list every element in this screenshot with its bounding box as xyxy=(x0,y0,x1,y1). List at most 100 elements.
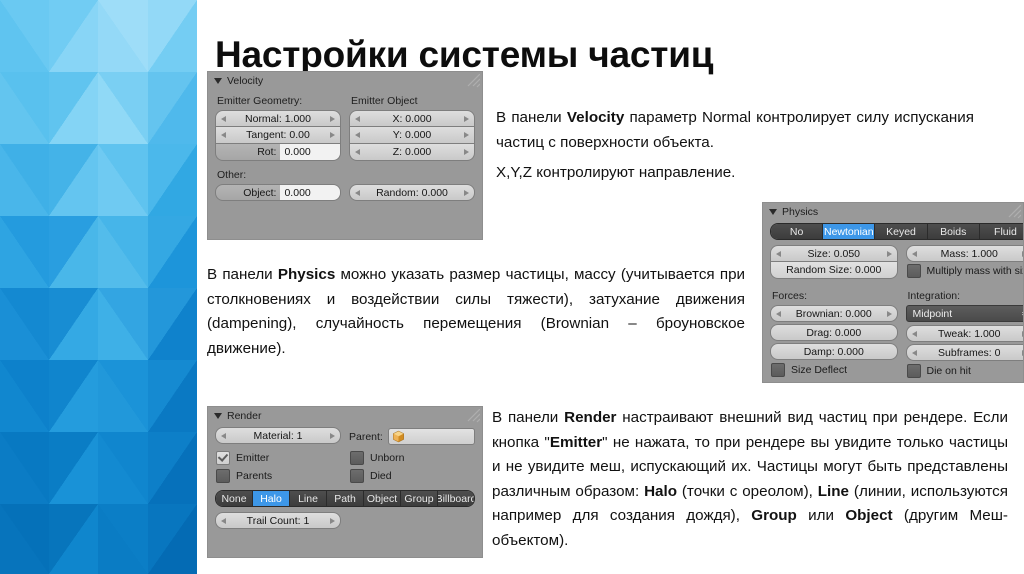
checkbox-box-icon[interactable] xyxy=(771,363,785,377)
collapse-triangle-icon[interactable] xyxy=(214,413,222,419)
increment-arrow-icon[interactable] xyxy=(886,250,892,257)
physics-panel-header[interactable]: Physics xyxy=(763,203,1023,221)
decrement-arrow-icon[interactable] xyxy=(355,189,360,196)
damp-slider[interactable]: Damp: 0.000 xyxy=(770,343,898,360)
increment-arrow-icon[interactable] xyxy=(330,517,335,524)
velocity-x-slider[interactable]: X: 0.000 xyxy=(349,110,475,127)
random-velocity-slider[interactable]: Random: 0.000 xyxy=(349,184,475,201)
size-deflect-checkbox[interactable]: Size Deflect xyxy=(771,363,898,377)
trail-count-slider[interactable]: Trail Count: 1 xyxy=(215,512,341,529)
checkbox-box-icon[interactable] xyxy=(216,451,230,465)
render-panel[interactable]: Render Material: 1 Parent: Emitter Paren… xyxy=(207,406,483,558)
parent-object-field[interactable] xyxy=(387,428,475,445)
decrement-arrow-icon[interactable] xyxy=(911,349,917,356)
physics-type-tabs[interactable]: No Newtonian Keyed Boids Fluid xyxy=(770,223,1023,240)
brownian-value: Brownian: 0.000 xyxy=(795,307,872,320)
die-on-hit-checkbox[interactable]: Die on hit xyxy=(906,364,1024,378)
velocity-panel[interactable]: Velocity Emitter Geometry: Normal: 1.000… xyxy=(207,71,483,240)
collapse-triangle-icon[interactable] xyxy=(769,209,777,215)
render-mode-none[interactable]: None xyxy=(216,491,253,506)
velocity-desc-part-1: В панели xyxy=(496,109,567,126)
physics-description-text: В панели Physics можно указать размер ча… xyxy=(207,263,745,361)
increment-arrow-icon[interactable] xyxy=(464,149,469,155)
render-mode-tabs[interactable]: None Halo Line Path Object Group Billboa… xyxy=(215,490,475,507)
checkbox-box-icon[interactable] xyxy=(350,469,364,483)
decrement-arrow-icon[interactable] xyxy=(221,115,226,122)
velocity-description-text: В панели Velocity параметр Normal контро… xyxy=(496,106,974,186)
physics-desc-bold: Physics xyxy=(277,266,336,283)
velocity-z-slider[interactable]: Z: 0.000 xyxy=(349,144,475,161)
increment-arrow-icon[interactable] xyxy=(886,310,892,317)
collapse-triangle-icon[interactable] xyxy=(214,78,222,84)
tangent-slider[interactable]: Tangent: 0.00 xyxy=(215,127,341,144)
rot-field-value[interactable]: 0.000 xyxy=(280,144,340,160)
decrement-arrow-icon[interactable] xyxy=(776,250,781,257)
multiply-mass-checkbox[interactable]: Multiply mass with siz xyxy=(906,264,1023,278)
decrement-arrow-icon[interactable] xyxy=(221,432,226,439)
other-label: Other: xyxy=(217,169,247,181)
physics-tab-keyed[interactable]: Keyed xyxy=(875,224,928,239)
subframes-slider[interactable]: Subframes: 0 xyxy=(905,344,1023,361)
render-mode-path[interactable]: Path xyxy=(327,491,364,506)
object-velocity-label: Object: xyxy=(243,186,277,199)
checkbox-box-icon[interactable] xyxy=(350,451,364,465)
velocity-panel-header[interactable]: Velocity xyxy=(208,72,482,90)
object-velocity-value[interactable]: 0.000 xyxy=(280,185,340,200)
render-mode-line[interactable]: Line xyxy=(290,491,327,506)
decrement-arrow-icon[interactable] xyxy=(355,149,360,155)
decrement-arrow-icon[interactable] xyxy=(221,517,226,524)
emitter-checkbox[interactable]: Emitter xyxy=(216,451,341,465)
rot-field[interactable]: Rot: 0.000 xyxy=(215,144,341,161)
particle-size-slider[interactable]: Size: 0.050 xyxy=(770,245,898,262)
integration-label: Integration: xyxy=(907,290,961,302)
object-cube-icon xyxy=(392,430,404,443)
physics-tab-fluid[interactable]: Fluid xyxy=(979,224,1023,239)
physics-tab-no[interactable]: No xyxy=(771,224,824,239)
brownian-slider[interactable]: Brownian: 0.000 xyxy=(770,305,898,322)
decrement-arrow-icon[interactable] xyxy=(355,132,360,138)
render-mode-billboard[interactable]: Billboard xyxy=(438,491,474,506)
drag-value: Drag: 0.000 xyxy=(806,326,862,339)
material-value: Material: 1 xyxy=(253,429,303,442)
normal-slider[interactable]: Normal: 1.000 xyxy=(215,110,341,127)
unborn-label: Unborn xyxy=(370,452,405,464)
physics-panel[interactable]: Physics No Newtonian Keyed Boids Fluid S… xyxy=(762,202,1024,383)
increment-arrow-icon[interactable] xyxy=(330,115,335,122)
emitter-geometry-label: Emitter Geometry: xyxy=(217,95,303,107)
object-velocity-field[interactable]: Object: 0.000 xyxy=(215,184,341,201)
physics-tab-boids[interactable]: Boids xyxy=(927,224,980,239)
random-velocity-value: Random: 0.000 xyxy=(376,186,448,199)
increment-arrow-icon[interactable] xyxy=(330,132,335,138)
mass-value: Mass: 1.000 xyxy=(940,247,998,260)
checkbox-box-icon[interactable] xyxy=(906,264,921,278)
physics-tab-newtonian[interactable]: Newtonian xyxy=(823,224,876,239)
material-slider[interactable]: Material: 1 xyxy=(215,427,341,444)
integration-method-dropdown[interactable]: Midpoint xyxy=(905,305,1023,322)
tweak-slider[interactable]: Tweak: 1.000 xyxy=(905,325,1023,342)
velocity-y-slider[interactable]: Y: 0.000 xyxy=(349,127,475,144)
unborn-checkbox[interactable]: Unborn xyxy=(350,451,475,465)
decrement-arrow-icon[interactable] xyxy=(355,115,360,122)
random-size-field[interactable]: Random Size: 0.000 xyxy=(770,262,898,279)
mass-slider[interactable]: Mass: 1.000 xyxy=(905,245,1023,262)
decrement-arrow-icon[interactable] xyxy=(221,132,226,138)
decrement-arrow-icon[interactable] xyxy=(911,250,917,257)
drag-slider[interactable]: Drag: 0.000 xyxy=(770,324,898,341)
render-desc-bold-halo: Halo xyxy=(644,482,677,500)
died-checkbox[interactable]: Died xyxy=(350,469,475,483)
render-mode-group[interactable]: Group xyxy=(401,491,438,506)
increment-arrow-icon[interactable] xyxy=(330,432,335,439)
render-mode-halo[interactable]: Halo xyxy=(253,491,290,506)
parents-checkbox[interactable]: Parents xyxy=(216,469,341,483)
checkbox-box-icon[interactable] xyxy=(906,364,921,378)
render-panel-title: Render xyxy=(227,410,262,422)
velocity-desc-line-2: X,Y,Z контролируют направление. xyxy=(496,164,736,181)
increment-arrow-icon[interactable] xyxy=(464,115,469,122)
render-panel-header[interactable]: Render xyxy=(208,407,482,425)
render-mode-object[interactable]: Object xyxy=(364,491,401,506)
checkbox-box-icon[interactable] xyxy=(216,469,230,483)
increment-arrow-icon[interactable] xyxy=(464,132,469,138)
decrement-arrow-icon[interactable] xyxy=(776,310,781,317)
increment-arrow-icon[interactable] xyxy=(464,189,469,196)
decrement-arrow-icon[interactable] xyxy=(911,330,917,337)
